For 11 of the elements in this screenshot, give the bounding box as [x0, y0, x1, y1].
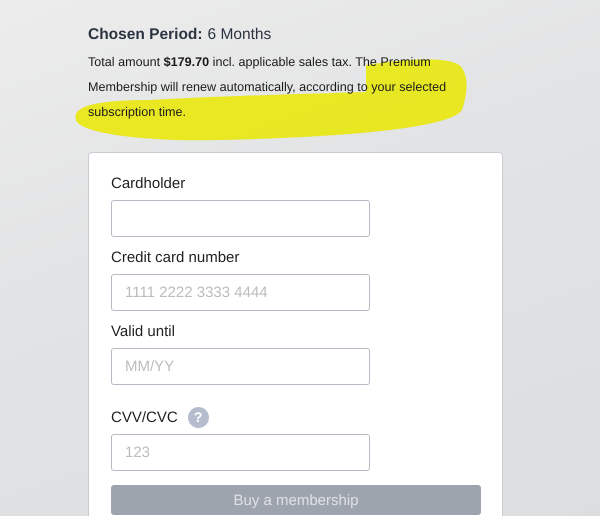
- input-field[interactable]: [111, 200, 370, 237]
- field-label: Valid until: [111, 322, 175, 340]
- input-field[interactable]: 123: [111, 434, 370, 471]
- input-field[interactable]: 1111 2222 3333 4444: [111, 274, 370, 311]
- period-value: 6 Months: [208, 26, 272, 44]
- field-label: Cardholder: [111, 174, 186, 192]
- field-label: Credit card number: [111, 248, 240, 266]
- help-icon[interactable]: ?: [188, 406, 209, 428]
- field-label: CVV/CVC: [111, 408, 178, 426]
- period-label: Chosen Period:: [88, 26, 203, 44]
- input-field[interactable]: MM/YY: [111, 348, 370, 385]
